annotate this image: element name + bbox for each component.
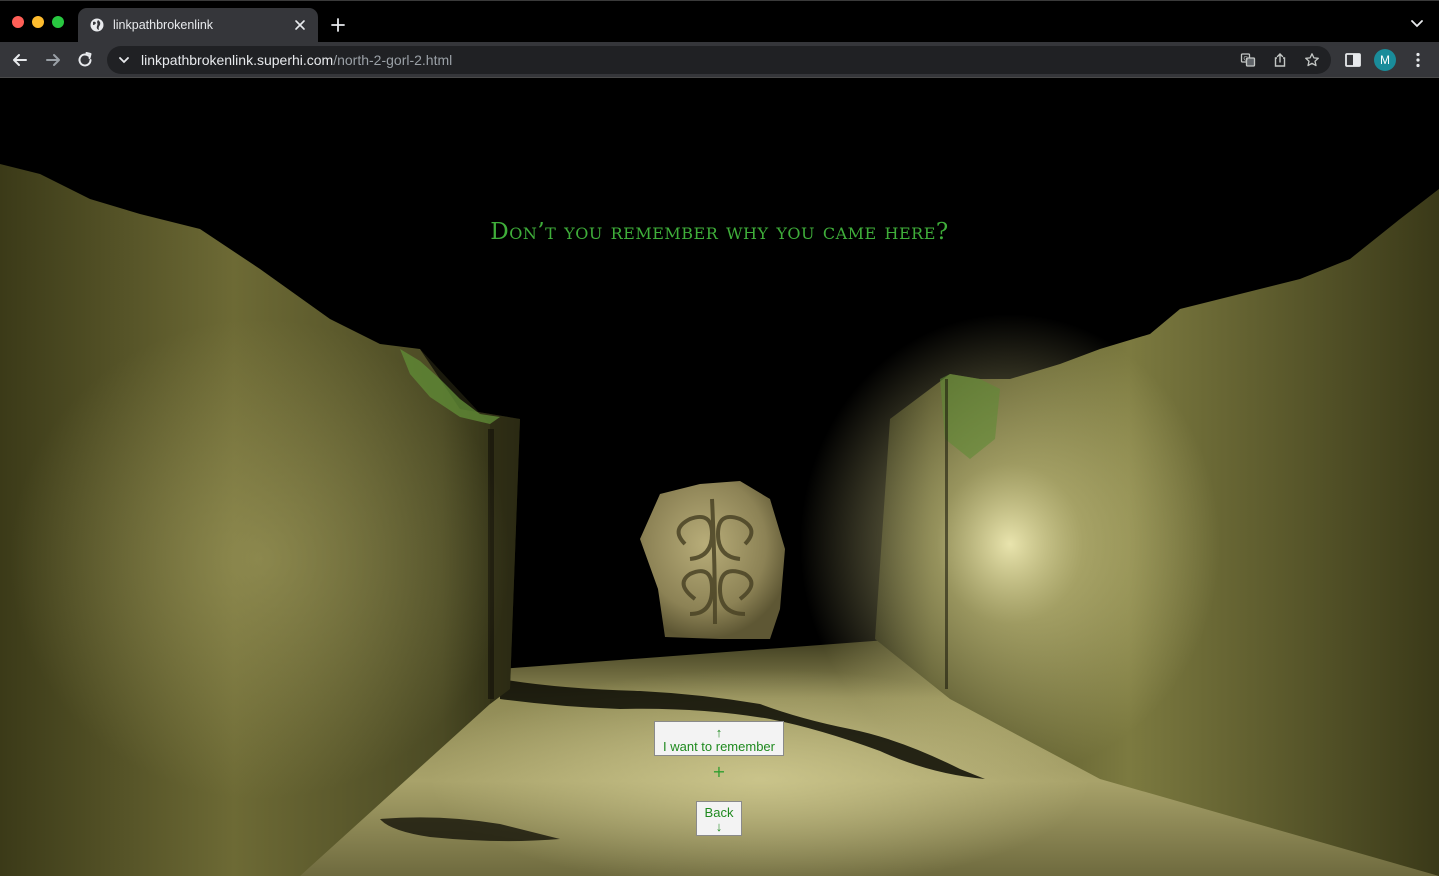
- back-arrow-icon[interactable]: [10, 50, 30, 70]
- plus-separator: +: [712, 762, 726, 781]
- close-icon[interactable]: [292, 17, 308, 33]
- share-icon[interactable]: [1272, 52, 1288, 68]
- page-headline: Don’t you remember why you came here?: [490, 219, 949, 245]
- corridor-scene-image: [0, 164, 1439, 876]
- close-window-button[interactable]: [12, 16, 24, 28]
- back-link-button[interactable]: Back ↓: [696, 801, 742, 836]
- tab-title: linkpathbrokenlink: [113, 18, 214, 32]
- up-arrow-icon: ↑: [715, 725, 723, 740]
- page-viewport: Don’t you remember why you came here? ↑ …: [0, 79, 1439, 876]
- globe-icon: [90, 18, 104, 32]
- svg-text:G: G: [1243, 56, 1248, 63]
- url-text[interactable]: linkpathbrokenlink.superhi.com/north-2-g…: [141, 52, 452, 68]
- tab-strip: linkpathbrokenlink: [0, 0, 1439, 43]
- minimize-window-button[interactable]: [32, 16, 44, 28]
- remember-link-button[interactable]: ↑ I want to remember: [654, 721, 784, 756]
- chevron-down-icon[interactable]: [118, 54, 130, 66]
- chevron-down-icon[interactable]: [1411, 19, 1423, 29]
- zoom-window-button[interactable]: [52, 16, 64, 28]
- forward-arrow-icon[interactable]: [43, 50, 63, 70]
- url-host: linkpathbrokenlink.superhi.com: [141, 52, 334, 68]
- url-path: /north-2-gorl-2.html: [333, 52, 453, 68]
- address-bar[interactable]: linkpathbrokenlink.superhi.com/north-2-g…: [107, 46, 1331, 74]
- browser-toolbar: linkpathbrokenlink.superhi.com/north-2-g…: [0, 42, 1439, 78]
- side-panel-icon[interactable]: [1343, 50, 1363, 70]
- profile-avatar[interactable]: M: [1374, 49, 1396, 71]
- reload-icon[interactable]: [75, 50, 95, 70]
- star-icon[interactable]: [1304, 52, 1320, 68]
- down-arrow-icon: ↓: [715, 819, 723, 834]
- tab-active[interactable]: linkpathbrokenlink: [78, 8, 318, 43]
- remember-label: I want to remember: [663, 739, 775, 754]
- translate-icon[interactable]: G: [1240, 52, 1256, 68]
- kebab-menu-icon[interactable]: [1408, 50, 1428, 70]
- back-label: Back: [704, 805, 734, 820]
- plus-icon[interactable]: [330, 17, 346, 33]
